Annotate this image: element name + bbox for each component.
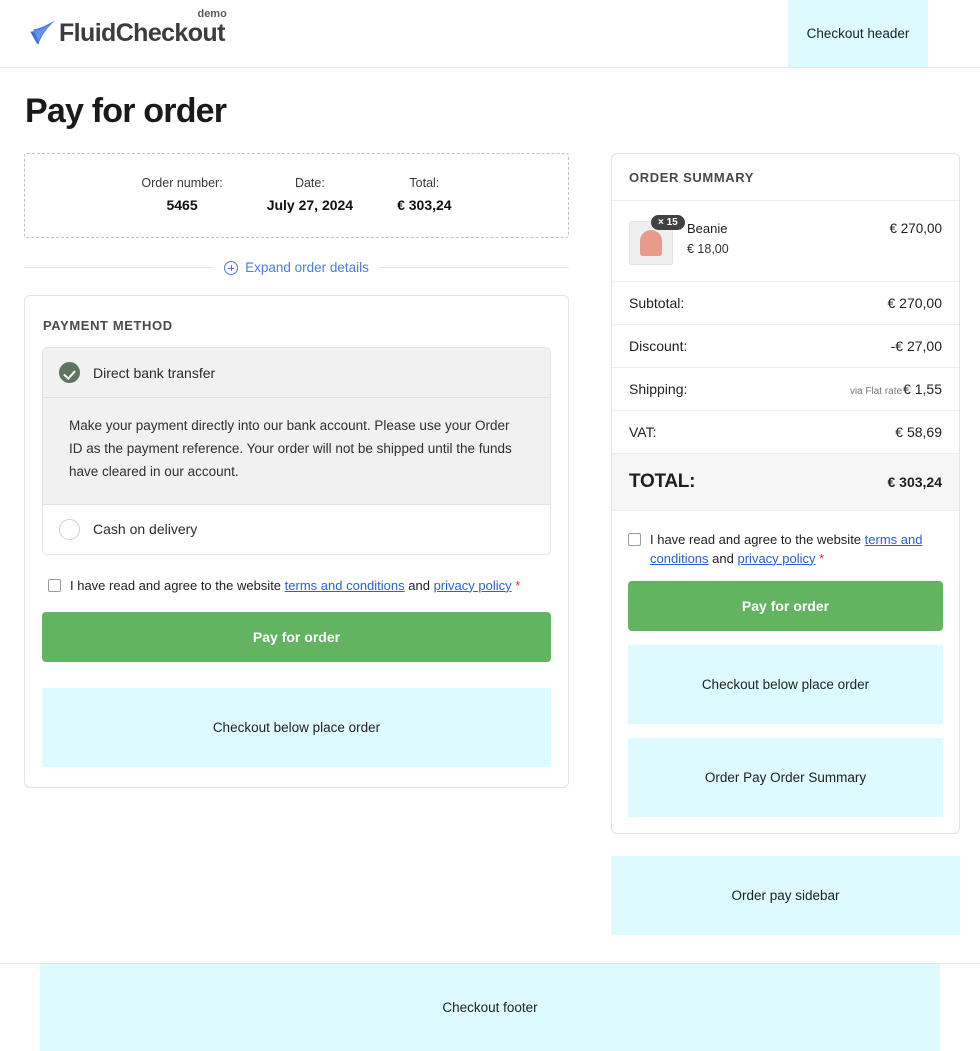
order-total-value: € 303,24 [397,197,452,213]
page-content: Pay for order Order number: 5465 Date: J… [0,92,980,935]
pay-for-order-button-main[interactable]: Pay for order [42,612,551,662]
required-marker: * [819,551,824,566]
order-pay-order-summary-placeholder: Order Pay Order Summary [628,738,943,817]
content-columns: Order number: 5465 Date: July 27, 2024 T… [24,153,956,935]
radio-cash-on-delivery[interactable] [59,519,80,540]
checkout-header-placeholder: Checkout header [788,0,928,67]
pay-for-order-button-sidebar[interactable]: Pay for order [628,581,943,631]
payment-option-direct-bank-transfer[interactable]: Direct bank transfer [43,348,550,397]
terms-text-before: I have read and agree to the website [650,532,861,547]
terms-text-main: I have read and agree to the website ter… [70,577,520,596]
order-number-label: Order number: [141,176,222,190]
terms-agreement-sidebar: I have read and agree to the website ter… [628,531,943,569]
order-summary-heading: ORDER SUMMARY [612,154,959,201]
site-header: FluidCheckout demo Checkout header [0,0,980,68]
discount-amount: -€ 27,00 [891,338,942,354]
expand-order-details-label: Expand order details [245,260,369,275]
payment-methods-list: Direct bank transfer Make your payment d… [42,347,551,555]
product-info: Beanie € 18,00 [687,215,875,256]
product-name: Beanie [687,221,875,236]
summary-row-discount: Discount: -€ 27,00 [612,325,959,368]
shipping-amount: € 1,55 [903,381,942,397]
payment-card: PAYMENT METHOD Direct bank transfer Make… [24,295,569,788]
summary-row-shipping: Shipping: via Flat rate€ 1,55 [612,368,959,411]
grand-total-amount: € 303,24 [888,474,943,490]
terms-text-between: and [408,578,430,593]
terms-text-sidebar: I have read and agree to the website ter… [650,531,943,569]
subtotal-label: Subtotal: [629,295,684,311]
terms-and-conditions-link[interactable]: terms and conditions [285,578,405,593]
privacy-policy-link[interactable]: privacy policy [738,551,816,566]
checkout-below-place-order-placeholder-sidebar: Checkout below place order [628,645,943,724]
plus-circle-icon [224,261,238,275]
order-total-label: Total: [397,176,452,190]
shipping-amount-wrap: via Flat rate€ 1,55 [850,381,942,397]
order-summary-card: ORDER SUMMARY × 15 Beanie € 18,00 € 270,… [611,153,960,834]
grand-total-label: TOTAL: [629,471,695,493]
product-line-total: € 270,00 [889,215,942,236]
sidebar-column: ORDER SUMMARY × 15 Beanie € 18,00 € 270,… [611,153,960,935]
terms-text-before: I have read and agree to the website [70,578,281,593]
order-date-value: July 27, 2024 [267,197,353,213]
payment-option-label: Cash on delivery [93,521,197,537]
checkout-footer-placeholder: Checkout footer [40,964,940,1051]
product-unit-price: € 18,00 [687,242,875,256]
page-title: Pay for order [25,92,956,131]
payment-option-label: Direct bank transfer [93,365,215,381]
divider-right [379,267,569,268]
blue-checkmark-swoosh-icon [28,19,58,49]
payment-option-description: Make your payment directly into our bank… [43,397,550,505]
expand-order-details-button[interactable]: Expand order details [224,260,369,275]
site-footer: Checkout footer [0,963,980,1051]
checkout-below-place-order-placeholder-main: Checkout below place order [42,688,551,767]
order-number-value: 5465 [141,197,222,213]
shipping-method-note: via Flat rate [850,386,902,397]
logo-text: FluidCheckout [59,19,225,47]
shipping-label: Shipping: [629,381,687,397]
sidebar-actions: I have read and agree to the website ter… [612,511,959,833]
logo-superscript: demo [197,8,226,20]
vat-amount: € 58,69 [895,424,942,440]
terms-text-between: and [712,551,734,566]
terms-checkbox-sidebar[interactable] [628,533,641,546]
main-column: Order number: 5465 Date: July 27, 2024 T… [24,153,569,788]
order-field-number: Order number: 5465 [141,176,222,213]
order-details-strip: Order number: 5465 Date: July 27, 2024 T… [24,153,569,238]
summary-row-vat: VAT: € 58,69 [612,411,959,454]
quantity-badge: × 15 [651,215,685,230]
subtotal-amount: € 270,00 [888,295,943,311]
required-marker: * [515,578,520,593]
summary-row-total: TOTAL: € 303,24 [612,454,959,511]
order-field-total: Total: € 303,24 [397,176,452,213]
privacy-policy-link[interactable]: privacy policy [434,578,512,593]
discount-label: Discount: [629,338,687,354]
site-logo[interactable]: FluidCheckout demo [0,0,225,67]
expand-order-details-row: Expand order details [24,260,569,275]
order-field-date: Date: July 27, 2024 [267,176,353,213]
order-pay-sidebar-placeholder: Order pay sidebar [611,856,960,935]
beanie-shape [640,230,662,256]
terms-agreement-main: I have read and agree to the website ter… [48,577,551,596]
vat-label: VAT: [629,424,657,440]
payment-method-title: PAYMENT METHOD [43,318,551,333]
terms-checkbox-main[interactable] [48,579,61,592]
order-summary-item: × 15 Beanie € 18,00 € 270,00 [612,201,959,282]
payment-option-cash-on-delivery[interactable]: Cash on delivery [43,505,550,554]
divider-left [24,267,214,268]
radio-direct-bank-transfer[interactable] [59,362,80,383]
order-date-label: Date: [267,176,353,190]
summary-row-subtotal: Subtotal: € 270,00 [612,282,959,325]
product-thumbnail-wrap: × 15 [629,215,673,265]
